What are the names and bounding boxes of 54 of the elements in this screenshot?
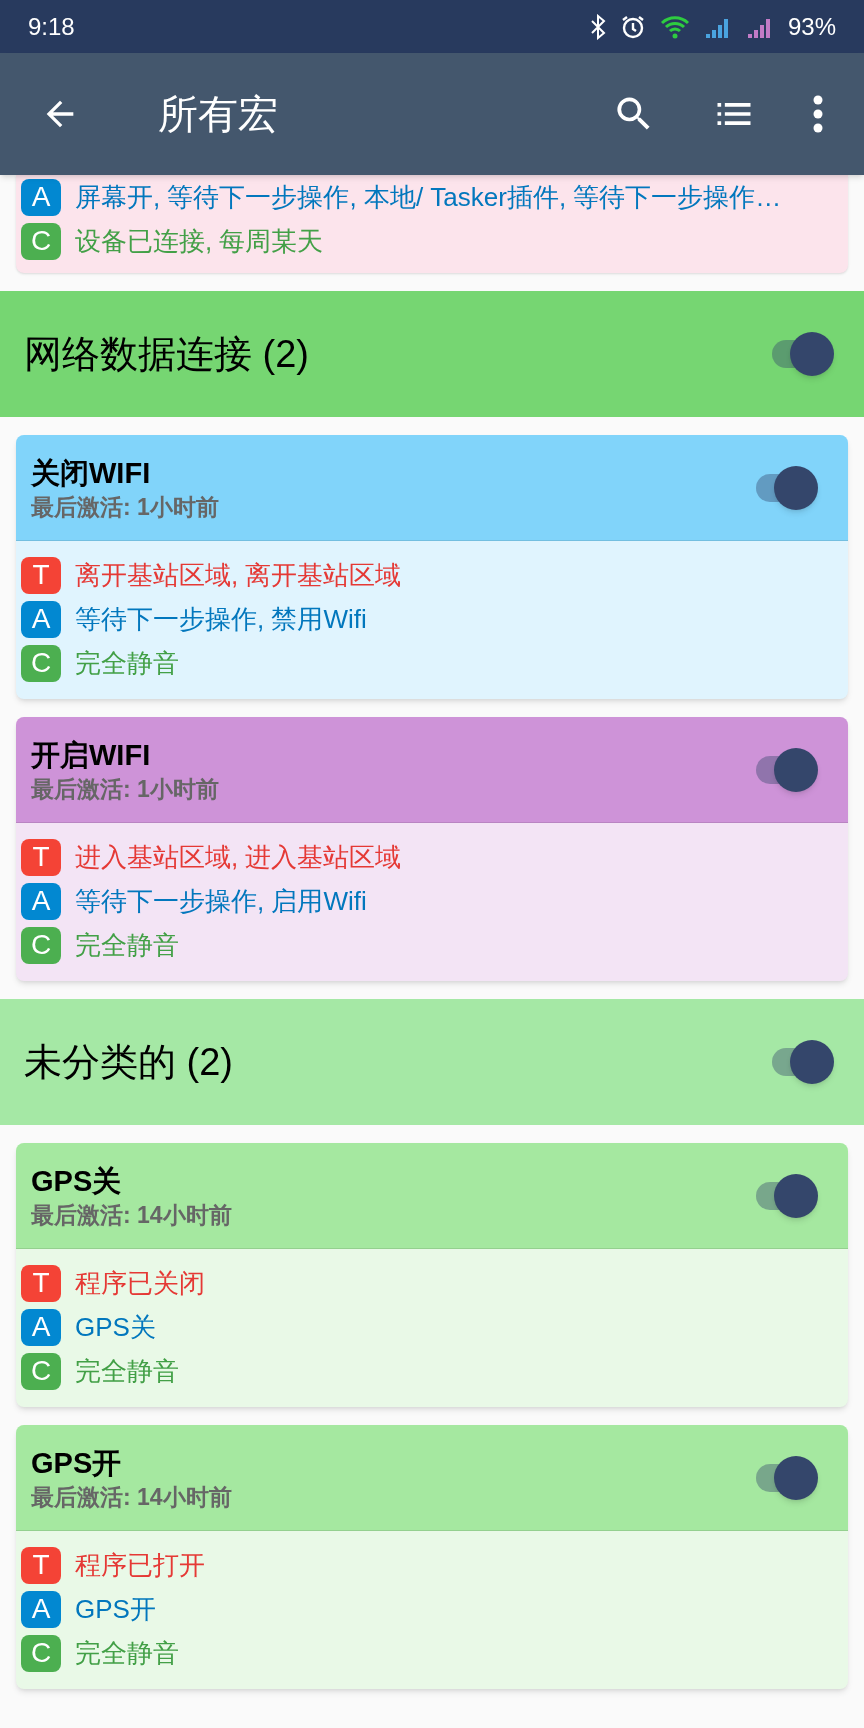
last-active-text: 最后激活: 14小时前 [31, 1200, 232, 1230]
macro-card[interactable]: 开启WIFI 最后激活: 1小时前 T 进入基站区域, 进入基站区域 A 等待下一步操作, 启用Wifi C 完全静音 [16, 717, 848, 981]
constraint-badge: C [21, 926, 61, 964]
group-title: 网络数据连接 (2) [24, 331, 309, 377]
group-title: 未分类的 (2) [24, 1039, 233, 1085]
battery-level: 93% [787, 11, 836, 42]
constraint-badge: C [21, 1634, 61, 1672]
trigger-text: 程序已打开 [75, 1548, 205, 1582]
trigger-badge: T [21, 838, 61, 876]
action-text: GPS关 [75, 1310, 156, 1344]
trigger-badge: T [21, 1264, 61, 1302]
action-text: 等待下一步操作, 启用Wifi [75, 884, 367, 918]
toggle-switch[interactable] [770, 332, 834, 376]
macro-card[interactable]: GPS开 最后激活: 14小时前 T 程序已打开 A GPS开 C 完全静音 [16, 1425, 848, 1689]
action-badge: A [21, 1308, 61, 1346]
last-active-text: 最后激活: 1小时前 [31, 492, 219, 522]
macro-name: GPS开 [31, 1445, 123, 1481]
wifi-icon [659, 14, 690, 39]
action-badge: A [21, 600, 61, 638]
toggle-switch[interactable] [754, 1173, 818, 1218]
toggle-switch[interactable] [770, 1040, 834, 1084]
action-badge: A [21, 178, 61, 216]
status-time: 9:18 [28, 11, 75, 42]
constraint-text: 完全静音 [75, 1354, 179, 1388]
constraint-badge: C [21, 222, 61, 260]
trigger-text: 离开基站区域, 离开基站区域 [75, 558, 402, 592]
trigger-text: 程序已关闭 [75, 1266, 205, 1300]
constraint-text: 完全静音 [75, 1636, 179, 1670]
constraint-text: 完全静音 [75, 928, 179, 962]
action-badge: A [21, 882, 61, 920]
last-active-text: 最后激活: 14小时前 [31, 1482, 232, 1512]
action-text: 屏幕开, 等待下一步操作, 本地/ Tasker插件, 等待下一步操作… [75, 180, 782, 214]
macro-card[interactable]: GPS关 最后激活: 14小时前 T 程序已关闭 A GPS关 C 完全静音 [16, 1143, 848, 1407]
action-text: GPS开 [75, 1592, 156, 1626]
macro-name: 关闭WIFI [31, 455, 152, 491]
bluetooth-icon [589, 13, 606, 40]
macro-card[interactable]: 关闭WIFI 最后激活: 1小时前 T 离开基站区域, 离开基站区域 A 等待下一步操作, 禁用Wifi C 完全静音 [16, 435, 848, 699]
constraint-text: 设备已连接, 每周某天 [75, 224, 324, 258]
constraint-badge: C [21, 644, 61, 682]
action-badge: A [21, 1590, 61, 1628]
toggle-switch[interactable] [754, 1455, 818, 1500]
macro-name: GPS关 [31, 1163, 123, 1199]
trigger-badge: T [21, 1546, 61, 1584]
more-options-icon[interactable] [812, 94, 824, 134]
toggle-switch[interactable] [754, 747, 818, 792]
constraint-text: 完全静音 [75, 646, 179, 680]
last-active-text: 最后激活: 1小时前 [31, 774, 219, 804]
action-text: 等待下一步操作, 禁用Wifi [75, 602, 367, 636]
app-bar-title: 所有宏 [158, 91, 278, 138]
trigger-text: 进入基站区域, 进入基站区域 [75, 840, 402, 874]
constraint-badge: C [21, 1352, 61, 1390]
toggle-switch[interactable] [754, 465, 818, 510]
macro-name: 开启WIFI [31, 737, 152, 773]
trigger-badge: T [21, 556, 61, 594]
